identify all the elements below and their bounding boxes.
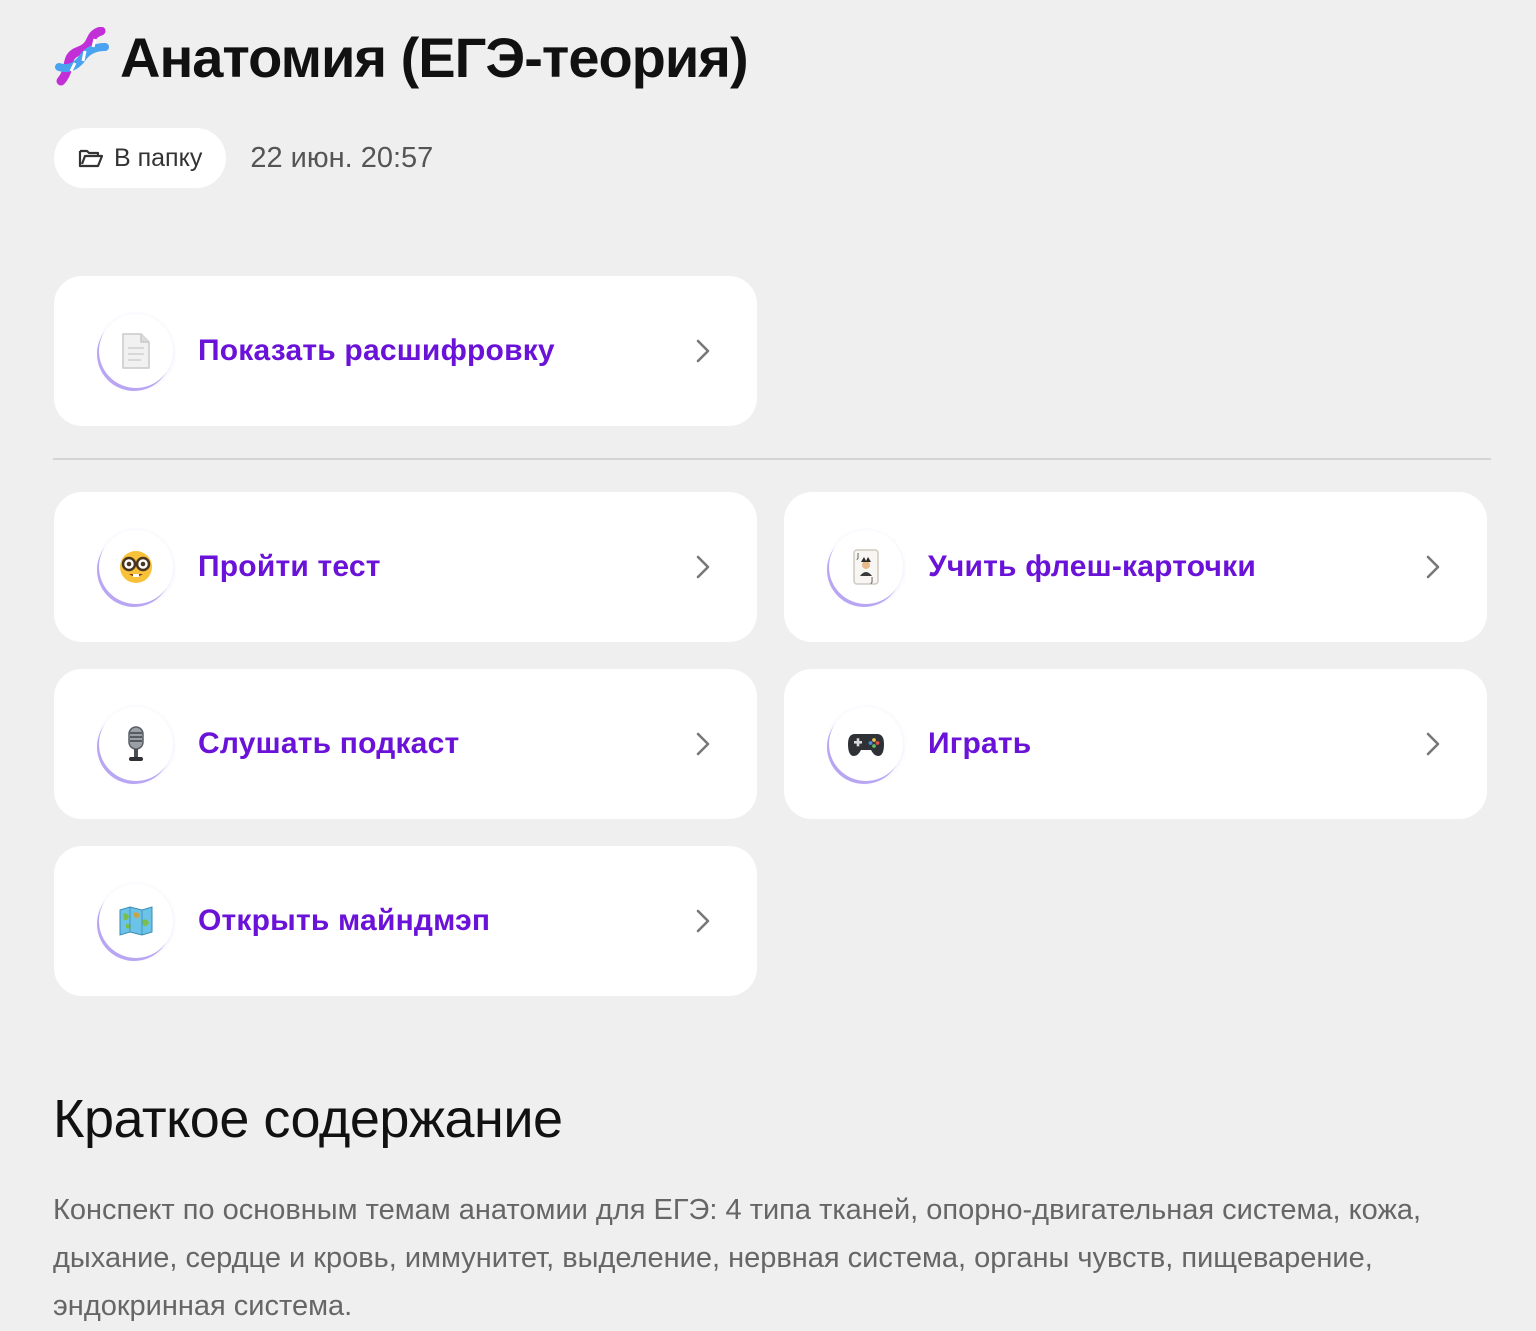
nerd-face-icon (99, 530, 173, 604)
listen-podcast-label: Слушать подкаст (198, 727, 460, 760)
take-test-card[interactable]: Пройти тест (54, 492, 757, 642)
play-game-card[interactable]: Играть (784, 669, 1487, 819)
meta-row: В папку 22 июн. 20:57 (54, 128, 433, 188)
folder-icon (78, 147, 104, 169)
show-transcript-label: Показать расшифровку (198, 334, 555, 367)
chevron-right-icon (695, 554, 711, 580)
chevron-right-icon (1425, 554, 1441, 580)
learn-flashcards-card[interactable]: J J Учить флеш-карточки (784, 492, 1487, 642)
take-test-label: Пройти тест (198, 550, 381, 583)
page-title: Анатомия (ЕГЭ-теория) (120, 25, 749, 89)
move-to-folder-button[interactable]: В папку (54, 128, 227, 188)
microphone-icon (99, 707, 173, 781)
page-header: Анатомия (ЕГЭ-теория) (52, 22, 749, 92)
open-mindmap-label: Открыть майндмэп (198, 904, 491, 937)
show-transcript-card[interactable]: Показать расшифровку (54, 276, 757, 426)
listen-podcast-card[interactable]: Слушать подкаст (54, 669, 757, 819)
summary-text: Конспект по основным темам анатомии для … (53, 1194, 1422, 1322)
section-divider (53, 458, 1491, 460)
dna-icon (52, 26, 110, 88)
map-icon (99, 884, 173, 958)
folder-button-label: В папку (114, 143, 203, 172)
svg-text:J: J (870, 576, 873, 584)
open-mindmap-card[interactable]: Открыть майндмэп (54, 846, 757, 996)
playing-card-icon: J J (829, 530, 903, 604)
learn-flashcards-label: Учить флеш-карточки (928, 550, 1257, 583)
document-icon (99, 314, 173, 388)
created-date: 22 июн. 20:57 (250, 141, 434, 174)
gamepad-icon (829, 707, 903, 781)
chevron-right-icon (695, 731, 711, 757)
play-game-label: Играть (928, 727, 1032, 760)
chevron-right-icon (1425, 731, 1441, 757)
summary-heading: Краткое содержание (53, 1089, 563, 1149)
chevron-right-icon (695, 338, 711, 364)
chevron-right-icon (695, 908, 711, 934)
svg-text:J: J (856, 552, 859, 560)
